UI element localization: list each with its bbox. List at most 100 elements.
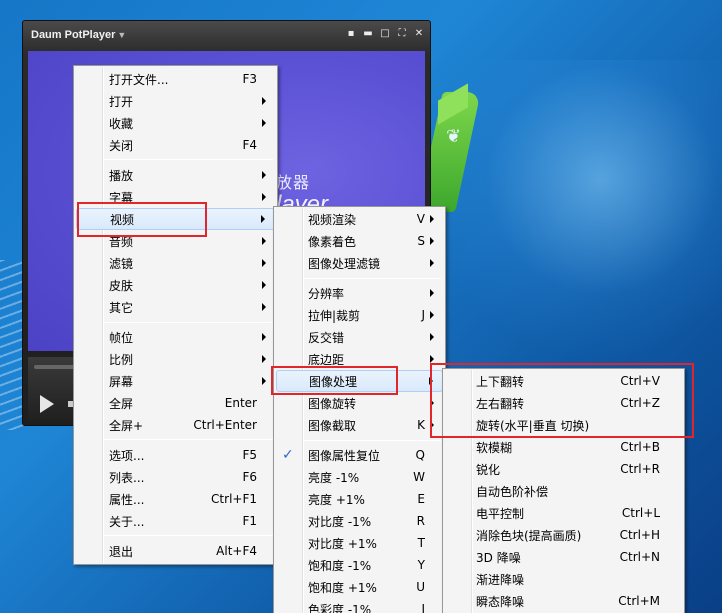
menu-item-label: 退出 (109, 544, 134, 559)
maximize-icon[interactable]: □ (380, 28, 390, 40)
menu-separator (104, 322, 273, 323)
menu-item-hue-minus[interactable]: 色彩度 -1% I (276, 598, 443, 613)
menu-item-shortcut: Ctrl+B (620, 440, 660, 454)
menu-item-shortcut: E (417, 492, 425, 506)
menu-item-auto-levels[interactable]: 自动色阶补偿 (445, 480, 682, 502)
menu-item-other[interactable]: 其它 (76, 296, 275, 318)
menu-separator (304, 440, 441, 441)
menu-item-label: 图像属性复位 (308, 448, 381, 463)
menu-item-label: 屏幕 (109, 374, 134, 389)
menu-item-label: 渐进降噪 (476, 572, 525, 587)
menu-item-label: 3D 降噪 (476, 550, 521, 565)
menu-item-label: 收藏 (109, 116, 134, 131)
close-icon[interactable]: ✕ (414, 28, 424, 40)
menu-item-label: 皮肤 (109, 278, 134, 293)
menu-item-sharpen[interactable]: 锐化 Ctrl+R (445, 458, 682, 480)
submenu-arrow-icon (430, 333, 434, 341)
menu-item-properties[interactable]: 属性... Ctrl+F1 (76, 488, 275, 510)
menu-item-label: 全屏 (109, 396, 134, 411)
submenu-arrow-icon (262, 171, 266, 179)
menu-item-shortcut: Ctrl+Enter (193, 418, 257, 432)
menu-item-label: 瞬态降噪 (476, 594, 525, 609)
menu-item-contrast-plus[interactable]: 对比度 +1% T (276, 532, 443, 554)
menu-item-brightness-plus[interactable]: 亮度 +1% E (276, 488, 443, 510)
menu-item-favorites[interactable]: 收藏 (76, 112, 275, 134)
menu-item-label: 像素着色 (308, 234, 357, 249)
menu-separator (104, 535, 273, 536)
fullscreen-icon[interactable]: ⛶ (397, 28, 407, 40)
menu-item-soft-blur[interactable]: 软模糊 Ctrl+B (445, 436, 682, 458)
screen-logo-text-cn: 放器 (276, 173, 311, 192)
menu-item-contrast-minus[interactable]: 对比度 -1% R (276, 510, 443, 532)
butterfly-icon: ❦ (446, 126, 462, 147)
menu-item-shortcut: I (421, 602, 425, 613)
menu-item-fullscreen-plus[interactable]: 全屏+ Ctrl+Enter (76, 414, 275, 436)
menu-item-3d-denoise[interactable]: 3D 降噪 Ctrl+N (445, 546, 682, 568)
player-title[interactable]: Daum PotPlayer ▼ (31, 29, 126, 41)
menu-item-aspect[interactable]: 比例 (76, 348, 275, 370)
menu-item-label: 帧位 (109, 330, 134, 345)
menu-item-pixel-shader[interactable]: 像素着色 S (276, 230, 443, 252)
menu-item-shortcut: Ctrl+F1 (211, 492, 257, 506)
menu-item-transient-denoise[interactable]: 瞬态降噪 Ctrl+M (445, 590, 682, 612)
menu-item-playlist[interactable]: 列表... F6 (76, 466, 275, 488)
menu-item-close[interactable]: 关闭 F4 (76, 134, 275, 156)
submenu-arrow-icon (262, 97, 266, 105)
menu-item-saturation-minus[interactable]: 饱和度 -1% Y (276, 554, 443, 576)
menu-item-progressive-denoise[interactable]: 渐进降噪 (445, 568, 682, 590)
menu-item-video-renderer[interactable]: 视频渲染 V (276, 208, 443, 230)
menu-item-label: 拉伸|裁剪 (308, 308, 361, 323)
menu-item-reset-image-properties[interactable]: ✓ 图像属性复位 Q (276, 444, 443, 466)
menu-item-image-capture[interactable]: 图像截取 K (276, 414, 443, 436)
menu-item-shortcut: K (417, 418, 425, 432)
check-icon: ✓ (282, 447, 294, 463)
menu-item-image-filter[interactable]: 图像处理滤镜 (276, 252, 443, 274)
submenu-arrow-icon (262, 303, 266, 311)
menu-item-deblock[interactable]: 消除色块(提高画质) Ctrl+H (445, 524, 682, 546)
menu-item-saturation-plus[interactable]: 饱和度 +1% U (276, 576, 443, 598)
play-icon[interactable] (40, 395, 54, 413)
menu-item-label: 图像处理滤镜 (308, 256, 381, 271)
menu-item-label: 饱和度 -1% (308, 558, 372, 573)
menu-item-options[interactable]: 选项... F5 (76, 444, 275, 466)
menu-item-open[interactable]: 打开 (76, 90, 275, 112)
menu-item-skins[interactable]: 皮肤 (76, 274, 275, 296)
menu-item-level-control[interactable]: 电平控制 Ctrl+L (445, 502, 682, 524)
menu-item-screen[interactable]: 屏幕 (76, 370, 275, 392)
menu-item-shortcut: R (416, 514, 425, 528)
submenu-arrow-icon (430, 259, 434, 267)
pin-icon[interactable]: ▪ (346, 28, 356, 40)
menu-item-shortcut: Alt+F4 (216, 544, 257, 558)
menu-item-brightness-minus[interactable]: 亮度 -1% W (276, 466, 443, 488)
menu-item-label: 自动色阶补偿 (476, 484, 549, 499)
menu-item-shortcut: Y (417, 558, 425, 572)
menu-item-stretch-crop[interactable]: 拉伸|裁剪 J (276, 304, 443, 326)
menu-item-label: 滤镜 (109, 256, 134, 271)
menu-item-shortcut: F5 (242, 448, 257, 462)
window-controls: ▪ ▬ □ ⛶ ✕ (346, 28, 424, 40)
menu-item-shortcut: Ctrl+L (621, 506, 660, 520)
menu-item-shortcut: U (416, 580, 425, 594)
menu-item-label: 其它 (109, 300, 134, 315)
menu-item-shortcut: Ctrl+N (619, 550, 660, 564)
menu-item-image-rotation[interactable]: 图像旋转 (276, 392, 443, 414)
menu-item-open-file[interactable]: 打开文件... F3 (76, 68, 275, 90)
menu-item-label: 图像旋转 (308, 396, 357, 411)
menu-item-deinterlace[interactable]: 反交错 (276, 326, 443, 348)
menu-item-resolution[interactable]: 分辨率 (276, 282, 443, 304)
menu-item-label: 属性... (109, 492, 145, 507)
menu-item-fullscreen[interactable]: 全屏 Enter (76, 392, 275, 414)
menu-item-shortcut: Ctrl+R (620, 462, 660, 476)
minimize-icon[interactable]: ▬ (363, 28, 373, 40)
menu-item-shortcut: Ctrl+H (619, 528, 660, 542)
submenu-arrow-icon (262, 333, 266, 341)
menu-item-about[interactable]: 关于... F1 (76, 510, 275, 532)
menu-item-playback[interactable]: 播放 (76, 164, 275, 186)
menu-item-exit[interactable]: 退出 Alt+F4 (76, 540, 275, 562)
menu-item-shortcut: F3 (242, 72, 257, 86)
menu-separator (104, 439, 273, 440)
submenu-arrow-icon (430, 355, 434, 363)
menu-item-filters[interactable]: 滤镜 (76, 252, 275, 274)
menu-item-frame[interactable]: 帧位 (76, 326, 275, 348)
title-dropdown-icon[interactable]: ▼ (117, 30, 126, 40)
